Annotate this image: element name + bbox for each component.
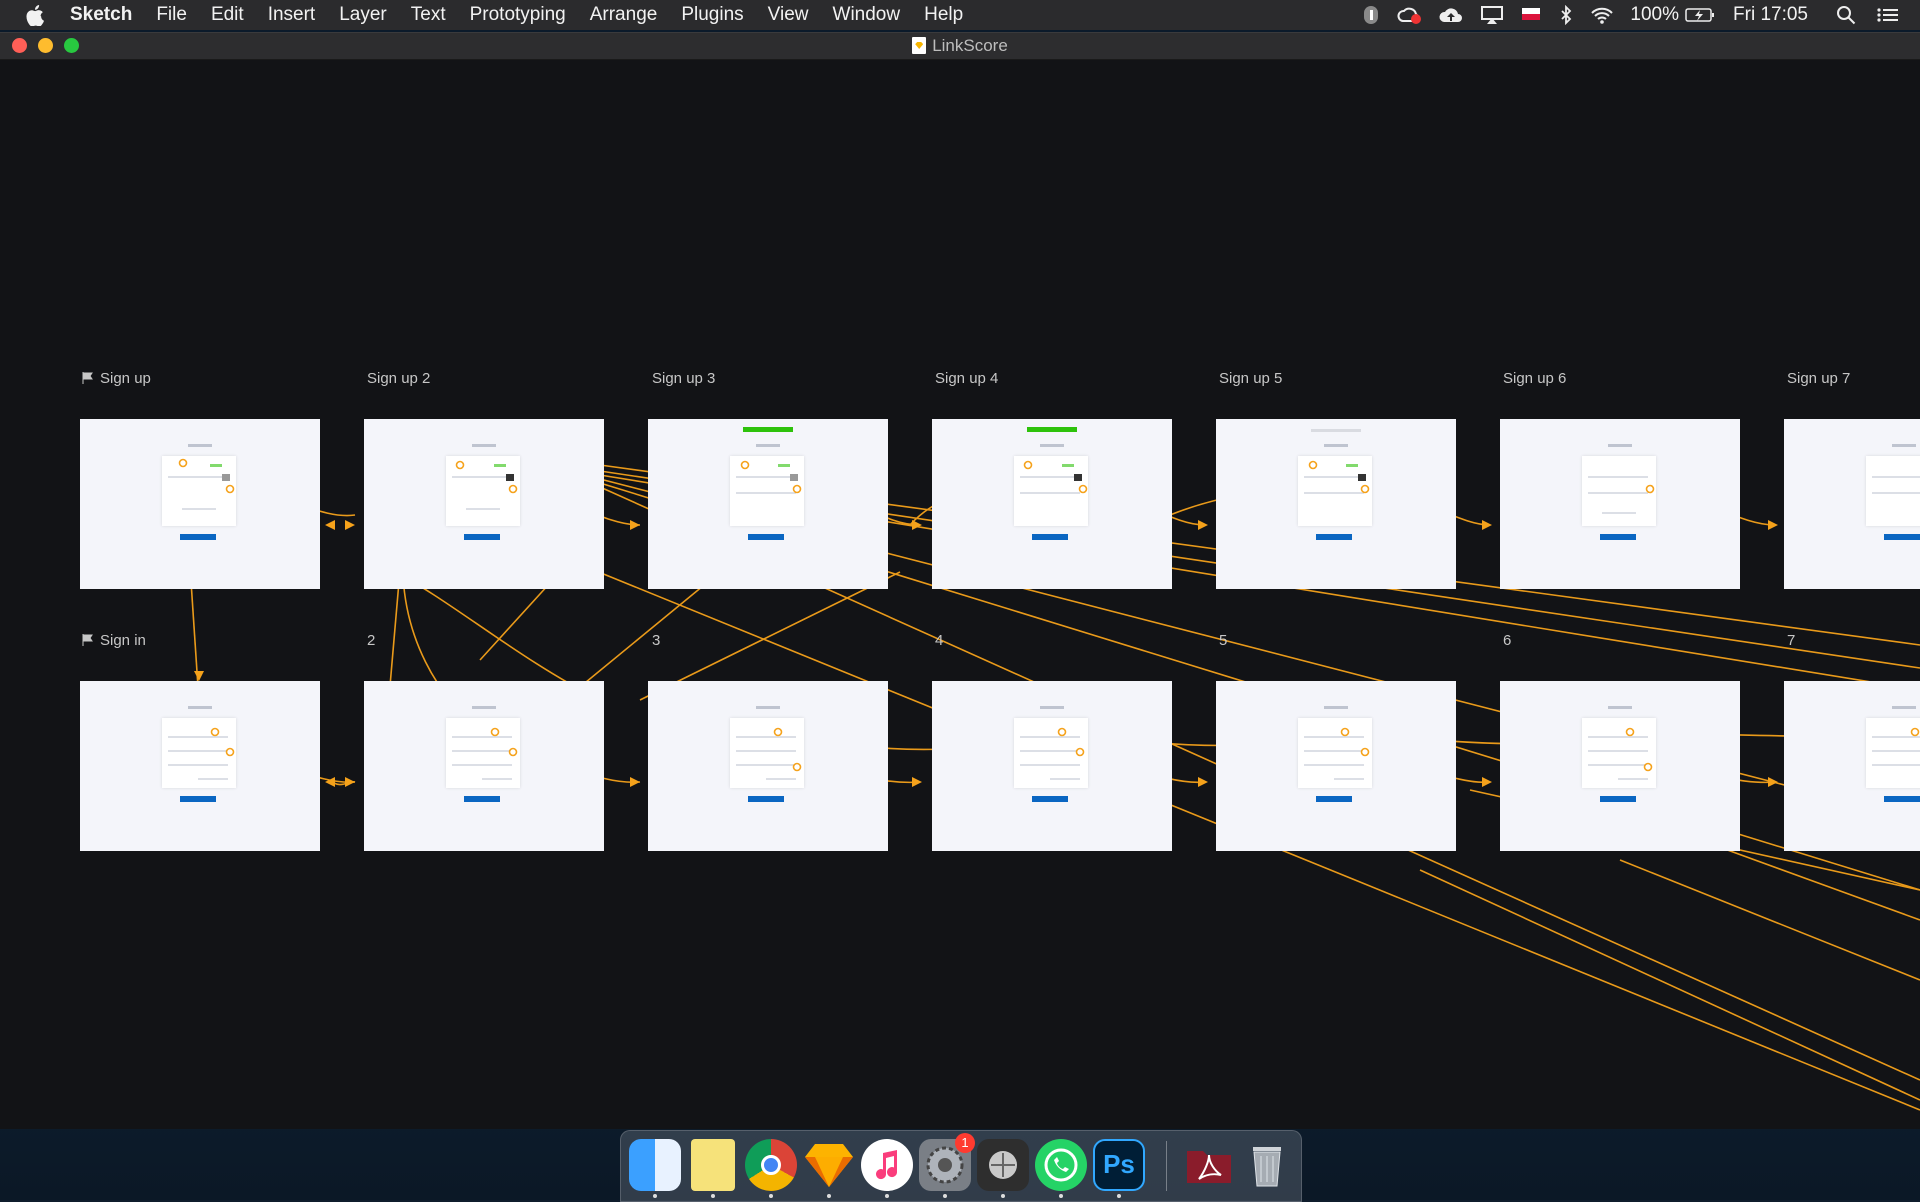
window-title: LinkScore <box>932 36 1008 55</box>
prototype-links <box>182 459 1920 1111</box>
battery-icon[interactable] <box>1685 5 1715 25</box>
sketch-window: LinkScore Sign up Sign up 2 Sign up 3 Si… <box>0 32 1920 1129</box>
dock-separator <box>1166 1141 1167 1191</box>
linkedin-button <box>180 534 216 540</box>
linkedin-button <box>1032 534 1068 540</box>
artboard-label-3[interactable]: 3 <box>652 632 660 649</box>
linkedin-button <box>464 534 500 540</box>
form-card <box>162 456 236 526</box>
success-banner <box>1027 427 1077 432</box>
sketch-app-icon[interactable] <box>803 1139 855 1191</box>
artboard-canvas[interactable]: Sign up Sign up 2 Sign up 3 Sign up 4 Si… <box>0 60 1920 1129</box>
menu-prototyping[interactable]: Prototyping <box>470 4 566 26</box>
menu-plugins[interactable]: Plugins <box>681 4 743 26</box>
clock[interactable]: Fri 17:05 <box>1733 4 1808 26</box>
artboard-label-6[interactable]: 6 <box>1503 632 1511 649</box>
menu-app-sketch[interactable]: Sketch <box>70 4 132 26</box>
linkedin-button <box>1884 534 1920 540</box>
artboard-label-sign-up-7[interactable]: Sign up 7 <box>1787 370 1850 387</box>
sketch-document-icon <box>912 37 927 54</box>
success-banner <box>743 427 793 432</box>
artboard-label-2[interactable]: 2 <box>367 632 375 649</box>
trash-icon[interactable] <box>1241 1139 1293 1191</box>
artboard-label-7[interactable]: 7 <box>1787 632 1795 649</box>
artboard-label-5[interactable]: 5 <box>1219 632 1227 649</box>
wifi-icon[interactable] <box>1590 5 1614 25</box>
whatsapp-icon[interactable] <box>1035 1139 1087 1191</box>
linkedin-button <box>464 796 500 802</box>
flag-icon <box>82 634 93 646</box>
chrome-icon[interactable] <box>745 1139 797 1191</box>
artboard-label-sign-up-6[interactable]: Sign up 6 <box>1503 370 1566 387</box>
menu-bar: Sketch File Edit Insert Layer Text Proto… <box>0 0 1920 30</box>
artboard-sign-up-3[interactable] <box>648 419 888 589</box>
search-icon[interactable] <box>1836 5 1856 25</box>
artboard-5[interactable] <box>1216 681 1456 851</box>
flag-icon <box>82 372 93 384</box>
compressor-icon[interactable] <box>977 1139 1029 1191</box>
linkedin-button <box>748 534 784 540</box>
artboard-6[interactable] <box>1500 681 1740 851</box>
1password-icon[interactable] <box>1362 5 1380 25</box>
artboard-7[interactable] <box>1784 681 1920 851</box>
linkedin-button <box>1032 796 1068 802</box>
menu-text[interactable]: Text <box>411 4 446 26</box>
notification-center-icon[interactable] <box>1876 5 1900 25</box>
cloud-upload-icon[interactable] <box>1438 5 1464 25</box>
linkedin-button <box>748 796 784 802</box>
dock: 1 Ps <box>620 1130 1302 1202</box>
linkedin-button <box>180 796 216 802</box>
artboard-label-4[interactable]: 4 <box>935 632 943 649</box>
apple-icon[interactable] <box>26 4 50 26</box>
menu-window[interactable]: Window <box>833 4 901 26</box>
menu-layer[interactable]: Layer <box>339 4 387 26</box>
artboard-label-sign-up[interactable]: Sign up <box>82 370 151 387</box>
artboard-label-sign-up-2[interactable]: Sign up 2 <box>367 370 430 387</box>
notes-icon[interactable] <box>691 1139 735 1191</box>
logo <box>188 444 212 447</box>
artboard-sign-in[interactable] <box>80 681 320 851</box>
artboard-3[interactable] <box>648 681 888 851</box>
menu-insert[interactable]: Insert <box>268 4 316 26</box>
artboard-label-sign-up-3[interactable]: Sign up 3 <box>652 370 715 387</box>
flag-icon[interactable] <box>1520 5 1542 25</box>
status-area: 100% Fri 17:05 <box>1346 0 1920 30</box>
artboard-sign-up-5[interactable] <box>1216 419 1456 589</box>
linkedin-button <box>1316 796 1352 802</box>
artboard-label-sign-up-5[interactable]: Sign up 5 <box>1219 370 1282 387</box>
airplay-icon[interactable] <box>1480 5 1504 25</box>
linkedin-button <box>1884 796 1920 802</box>
finder-icon[interactable] <box>629 1139 681 1191</box>
linkedin-button <box>1600 796 1636 802</box>
downloads-folder-icon[interactable] <box>1183 1139 1235 1191</box>
creative-cloud-icon[interactable] <box>1396 5 1422 25</box>
menu-arrange[interactable]: Arrange <box>590 4 658 26</box>
photoshop-icon[interactable]: Ps <box>1093 1139 1145 1191</box>
menu-view[interactable]: View <box>768 4 809 26</box>
artboard-sign-up-6[interactable] <box>1500 419 1740 589</box>
link-line <box>1619 859 1920 981</box>
menu-help[interactable]: Help <box>924 4 963 26</box>
linkedin-button <box>1600 534 1636 540</box>
artboard-2[interactable] <box>364 681 604 851</box>
artboard-label-sign-in[interactable]: Sign in <box>82 632 146 649</box>
title-bar[interactable]: LinkScore <box>0 33 1920 60</box>
bluetooth-icon[interactable] <box>1558 5 1574 25</box>
itunes-icon[interactable] <box>861 1139 913 1191</box>
artboard-sign-up-7[interactable] <box>1784 419 1920 589</box>
artboard-4[interactable] <box>932 681 1172 851</box>
artboard-sign-up-4[interactable] <box>932 419 1172 589</box>
menu-file[interactable]: File <box>156 4 187 26</box>
menu-edit[interactable]: Edit <box>211 4 244 26</box>
notification-badge: 1 <box>955 1133 975 1153</box>
artboard-sign-up[interactable] <box>80 419 320 589</box>
link-line <box>579 571 721 688</box>
linkedin-button <box>1316 534 1352 540</box>
artboard-label-sign-up-4[interactable]: Sign up 4 <box>935 370 998 387</box>
link-line <box>1419 869 1920 1101</box>
artboard-sign-up-2[interactable] <box>364 419 604 589</box>
battery-percent: 100% <box>1630 4 1680 25</box>
